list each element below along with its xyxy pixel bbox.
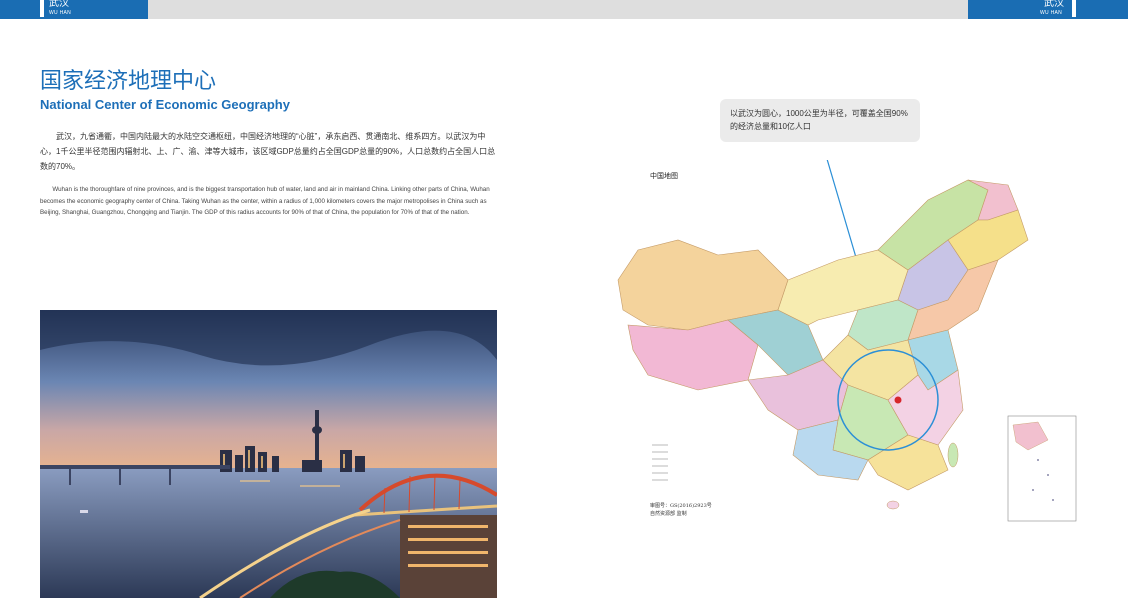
wuhan-marker [894,396,902,404]
wuhan-skyline-photo [40,310,497,598]
header-tag-right: 武汉 WU HAN [968,0,1128,19]
callout-text: 以武汉为圆心，1000公里为半径，可覆盖全国90%的经济总量和10亿人口 [730,109,908,131]
tag-left-cn: 武汉 [49,0,69,9]
approval-line-1: 审图号：GS(2016)2923号 [650,503,712,509]
top-banner [0,0,1128,19]
page-subtitle: National Center of Economic Geography [40,97,290,112]
header-tag-left: 武汉 WU HAN [0,0,148,19]
tag-left-en: WU HAN [49,10,72,16]
tag-right-cn: 武汉 [1044,0,1064,9]
callout-box: 以武汉为圆心，1000公里为半径，可覆盖全国90%的经济总量和10亿人口 [720,99,920,142]
approval-line-2: 自然资源部 监制 [650,511,687,517]
body-text-cn: 武汉，九省通衢，中国内陆最大的水陆空交通枢纽，中国经济地理的“心脏”，承东启西、… [40,132,496,171]
page-title: 国家经济地理中心 [40,68,217,93]
body-text-en: Wuhan is the thoroughfare of nine provin… [40,186,490,216]
tag-bar-right [1072,0,1076,17]
map-legend [648,430,718,495]
tag-bar-left [40,0,44,17]
map-approval-note: 审图号：GS(2016)2923号 自然资源部 监制 [650,502,712,518]
china-map [608,141,1088,530]
tag-right-en: WU HAN [1040,10,1063,16]
